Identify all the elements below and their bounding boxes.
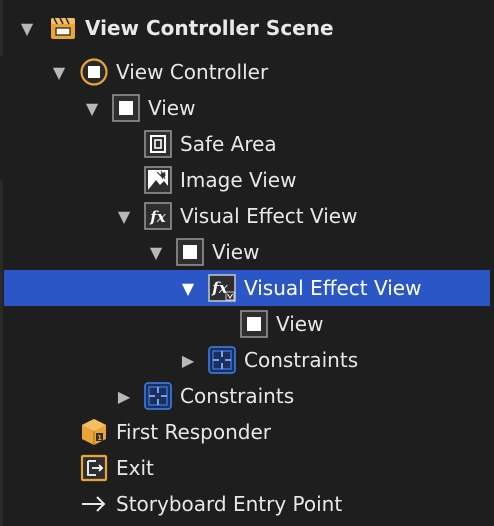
outline-row-image-view[interactable]: Image View [0, 162, 494, 198]
safe-area-icon [143, 129, 173, 159]
outline-label-visual-effect-view: Visual Effect View [180, 204, 358, 228]
outline-row-safe-area[interactable]: Safe Area [0, 126, 494, 162]
outline-row-view[interactable]: ▼ View [0, 90, 494, 126]
image-view-icon [143, 165, 173, 195]
outline-row-nested-view[interactable]: View [0, 306, 494, 342]
constraints-icon [207, 345, 237, 375]
outline-label-first-responder: First Responder [116, 420, 271, 444]
scene-icon [48, 13, 78, 43]
outline-label-view-controller: View Controller [116, 60, 269, 84]
constraints-icon [143, 381, 173, 411]
view-icon [239, 309, 269, 339]
outline-row-scene[interactable]: ▼ View Controller Scene [0, 10, 494, 46]
outline-row-exit[interactable]: Exit [0, 450, 494, 486]
disclosure-collapsed-icon[interactable]: ▶ [177, 342, 199, 378]
exit-icon [79, 453, 109, 483]
outline-row-nested-visual-effect-view[interactable]: ▼ fx Visual Effect View [4, 270, 490, 306]
outline-row-entry-point[interactable]: Storyboard Entry Point [0, 486, 494, 522]
document-outline: ▼ View Controller Scene ▼ View Controlle… [0, 0, 494, 526]
outline-label-inner-constraints: Constraints [244, 348, 359, 372]
outline-row-visual-effect-view[interactable]: ▼ fx Visual Effect View [0, 198, 494, 234]
outline-label-entry-point: Storyboard Entry Point [116, 492, 343, 516]
outline-label-exit: Exit [116, 456, 154, 480]
disclosure-collapsed-icon[interactable]: ▶ [113, 378, 135, 414]
outline-row-view-controller[interactable]: ▼ View Controller [0, 54, 494, 90]
disclosure-expanded-icon[interactable]: ▼ [113, 198, 135, 234]
outline-row-inner-constraints[interactable]: ▶ Constraints [0, 342, 494, 378]
outline-row-first-responder[interactable]: 1 First Responder [0, 414, 494, 450]
outline-label-safe-area: Safe Area [180, 132, 277, 156]
visual-effect-icon: fx [143, 201, 173, 231]
disclosure-expanded-icon[interactable]: ▼ [48, 54, 70, 90]
first-responder-icon: 1 [79, 417, 109, 447]
outline-label-view: View [148, 96, 196, 120]
svg-text:fx: fx [149, 208, 166, 226]
outline-label-scene: View Controller Scene [85, 16, 334, 40]
view-icon [111, 93, 141, 123]
outline-label-nested-visual-effect-view: Visual Effect View [244, 276, 422, 300]
outline-row-outer-constraints[interactable]: ▶ Constraints [0, 378, 494, 414]
svg-text:1: 1 [97, 434, 102, 442]
outline-label-image-view: Image View [180, 168, 297, 192]
disclosure-expanded-icon[interactable]: ▼ [177, 270, 199, 306]
outline-row-inner-view[interactable]: ▼ View [0, 234, 494, 270]
view-controller-icon [79, 57, 109, 87]
disclosure-expanded-icon[interactable]: ▼ [145, 234, 167, 270]
outline-label-outer-constraints: Constraints [180, 384, 295, 408]
arrow-right-icon [79, 489, 109, 519]
view-icon [175, 237, 205, 267]
disclosure-expanded-icon[interactable]: ▼ [16, 10, 38, 46]
disclosure-expanded-icon[interactable]: ▼ [81, 90, 103, 126]
visual-effect-vibrancy-icon: fx [207, 273, 237, 303]
outline-label-nested-view: View [276, 312, 324, 336]
outline-label-inner-view: View [212, 240, 260, 264]
